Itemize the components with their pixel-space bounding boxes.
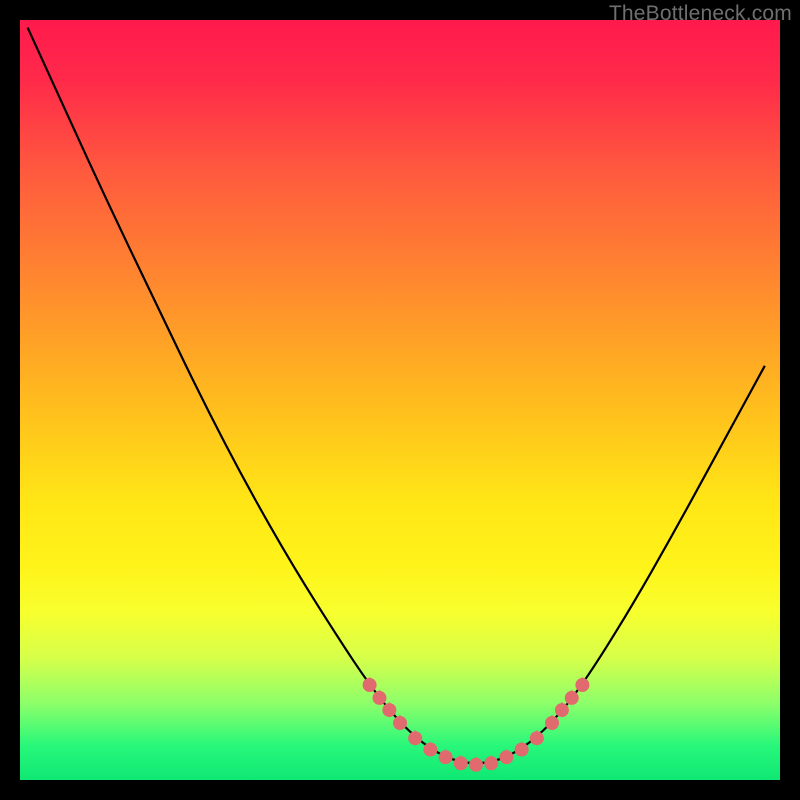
highlight-marker <box>515 743 529 757</box>
highlight-marker <box>575 678 589 692</box>
highlight-marker <box>499 750 513 764</box>
highlight-marker <box>372 691 386 705</box>
highlight-marker <box>439 750 453 764</box>
highlight-marker <box>393 716 407 730</box>
highlight-marker <box>454 756 468 770</box>
chart-background <box>20 20 780 780</box>
highlight-marker <box>408 731 422 745</box>
highlight-marker <box>423 743 437 757</box>
highlight-marker <box>530 731 544 745</box>
highlight-marker <box>484 756 498 770</box>
chart-svg <box>20 20 780 780</box>
highlight-marker <box>555 703 569 717</box>
chart-plot-area <box>20 20 780 780</box>
highlight-marker <box>382 703 396 717</box>
highlight-marker <box>545 716 559 730</box>
highlight-marker <box>565 691 579 705</box>
highlight-marker <box>469 758 483 772</box>
highlight-marker <box>363 678 377 692</box>
chart-stage: TheBottleneck.com <box>0 0 800 800</box>
